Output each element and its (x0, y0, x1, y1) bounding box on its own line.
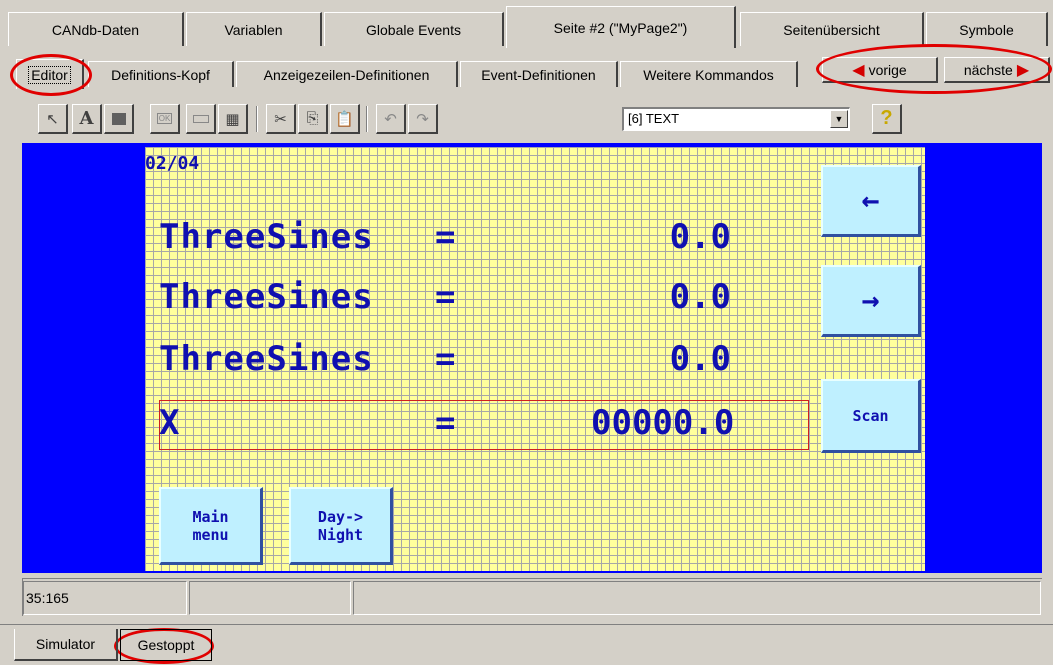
text-icon: A (79, 108, 94, 129)
left-arrow-icon: ◀ (852, 61, 865, 79)
subtab-definitions-kopf[interactable]: Definitions-Kopf (88, 61, 234, 87)
subtab-label: Anzeigezeilen-Definitionen (263, 66, 430, 83)
tab-candb-daten[interactable]: CANdb-Daten (8, 12, 184, 46)
simulator-state-button[interactable]: Gestoppt (120, 629, 212, 661)
cut-button[interactable]: ✂ (266, 104, 296, 134)
tab-label: Seite #2 ("MyPage2") (553, 19, 688, 36)
help-button[interactable]: ? (872, 104, 902, 134)
row-eq-3: = (435, 339, 456, 379)
tab-variablen[interactable]: Variablen (186, 12, 322, 46)
pointer-tool-button[interactable]: ↖ (38, 104, 68, 134)
cursor-position: 35:165 (23, 581, 187, 615)
prev-label: vorige (868, 61, 907, 78)
item-select[interactable]: [6] TEXT ▼ (622, 107, 850, 131)
redo-button[interactable]: ↷ (408, 104, 438, 134)
input-field-icon (192, 114, 209, 123)
label-line: Day-> (317, 507, 364, 526)
tab-label: Symbole (959, 21, 1014, 38)
tab-seite-2[interactable]: Seite #2 ("MyPage2") (506, 6, 736, 48)
toolbar-separator (366, 106, 368, 132)
lcd-main-menu-button[interactable]: Main menu (159, 487, 263, 565)
left-arrow-icon: ← (861, 182, 880, 218)
ok-button-tool[interactable]: OK (150, 104, 180, 134)
lcd-back-button[interactable]: ← (821, 165, 921, 237)
tab-seitenuebersicht[interactable]: Seitenübersicht (740, 12, 924, 46)
copy-icon: ⎘ (306, 110, 319, 127)
top-tab-bar: CANdb-Daten Variablen Globale Events Sei… (0, 0, 1053, 48)
row-label-2[interactable]: ThreeSines (159, 277, 374, 317)
subtab-label: Weitere Kommandos (643, 66, 774, 83)
undo-button[interactable]: ↶ (376, 104, 406, 134)
row-value-1[interactable]: 0.0 (591, 217, 731, 257)
subtab-label: Event-Definitionen (481, 66, 596, 83)
editor-toolbar: ↖ A OK ▦ ✂ ⎘ 📋 ↶ ↷ [6] TEXT ▼ ? (0, 98, 1053, 140)
subtab-event-definitionen[interactable]: Event-Definitionen (460, 61, 618, 87)
subtab-label: Definitions-Kopf (111, 66, 210, 83)
status-bar: 35:165 (22, 578, 1042, 616)
main-menu-label: Main menu (192, 508, 228, 544)
text-tool-button[interactable]: A (72, 104, 102, 134)
day-night-label: Day-> Night (318, 508, 363, 544)
image-icon (111, 112, 126, 125)
toolbar-separator (256, 106, 258, 132)
right-arrow-icon: → (861, 282, 880, 318)
tab-label: CANdb-Daten (51, 21, 140, 38)
row-value-2[interactable]: 0.0 (591, 277, 731, 317)
label-line: Main (192, 507, 229, 526)
status-cell-3 (353, 581, 1041, 615)
row-label-1[interactable]: ThreeSines (159, 217, 374, 257)
help-icon: ? (880, 107, 893, 129)
grid-icon: ▦ (225, 110, 240, 128)
status-cell-2 (189, 581, 351, 615)
subtab-anzeigezeilen[interactable]: Anzeigezeilen-Definitionen (236, 61, 458, 87)
tab-label: Globale Events (366, 21, 461, 38)
next-page-button[interactable]: nächste ▶ (944, 57, 1050, 83)
grid-tool-button[interactable]: ▦ (218, 104, 248, 134)
chevron-down-icon[interactable]: ▼ (830, 110, 848, 128)
row-label-4[interactable]: X (159, 403, 180, 443)
subtab-weitere-kommandos[interactable]: Weitere Kommandos (620, 61, 798, 87)
next-label: nächste (963, 61, 1013, 78)
row-value-4[interactable]: 00000.0 (591, 403, 734, 443)
page-indicator: 02/04 (145, 153, 200, 174)
lcd-day-night-button[interactable]: Day-> Night (289, 487, 393, 565)
undo-icon: ↶ (384, 110, 397, 128)
lcd-scan-button[interactable]: Scan (821, 379, 921, 453)
row-eq-4: = (435, 403, 456, 443)
right-arrow-icon: ▶ (1016, 61, 1030, 79)
row-label-3[interactable]: ThreeSines (159, 339, 374, 379)
pointer-icon: ↖ (46, 110, 59, 128)
paste-button[interactable]: 📋 (330, 104, 360, 134)
label-line: menu (192, 525, 229, 544)
item-select-value: [6] TEXT (628, 111, 680, 126)
lcd-display[interactable]: 02/04 ThreeSines = 0.0 ThreeSines = 0.0 … (145, 147, 925, 571)
tab-label: Variablen (224, 21, 283, 38)
redo-icon: ↷ (416, 110, 429, 128)
prev-page-button[interactable]: ◀ vorige (822, 57, 938, 83)
row-value-3[interactable]: 0.0 (591, 339, 731, 379)
row-eq-2: = (435, 277, 456, 317)
paste-icon: 📋 (335, 110, 354, 128)
state-label: Gestoppt (137, 637, 195, 653)
label-line: Night (317, 525, 364, 544)
tab-symbole[interactable]: Symbole (926, 12, 1048, 46)
tab-globale-events[interactable]: Globale Events (324, 12, 504, 46)
page-canvas[interactable]: 02/04 ThreeSines = 0.0 ThreeSines = 0.0 … (22, 143, 1042, 573)
tab-label: Seitenübersicht (783, 21, 880, 38)
row-eq-1: = (435, 217, 456, 257)
copy-button[interactable]: ⎘ (298, 104, 328, 134)
sub-tab-bar: Editor Definitions-Kopf Anzeigezeilen-De… (0, 47, 1053, 95)
bottom-tab-bar: Simulator Gestoppt (0, 624, 1053, 665)
input-field-tool[interactable] (186, 104, 216, 134)
image-tool-button[interactable] (104, 104, 134, 134)
ok-button-icon: OK (156, 113, 173, 124)
lcd-forward-button[interactable]: → (821, 265, 921, 337)
subtab-label: Editor (28, 65, 71, 84)
tab-simulator[interactable]: Simulator (14, 629, 118, 661)
scan-label: Scan (852, 406, 889, 425)
tab-label: Simulator (35, 636, 96, 652)
subtab-editor[interactable]: Editor (16, 59, 84, 89)
cut-icon: ✂ (274, 110, 287, 128)
